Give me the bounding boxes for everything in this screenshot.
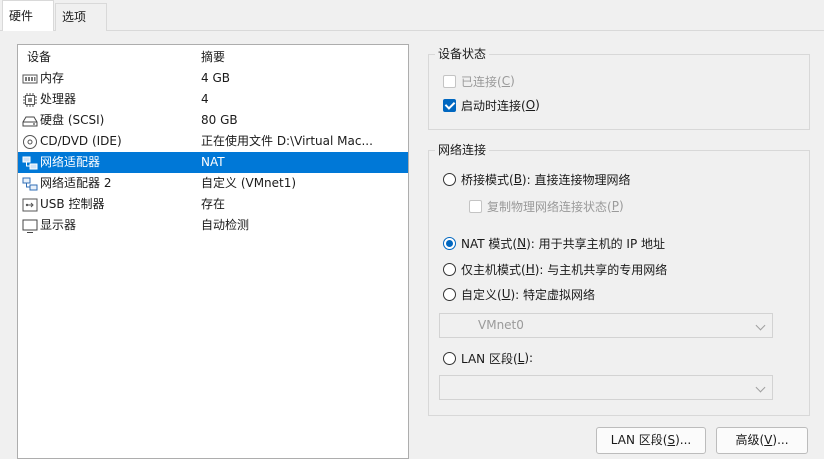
device-row-cd-dvd[interactable]: CD/DVD (IDE) 正在使用文件 D:\Virtual Mac... (18, 131, 408, 152)
radio-circle[interactable] (443, 287, 456, 301)
host-only-mode-radio[interactable]: 仅主机模式(H): 与主机共享的专用网络 (443, 259, 667, 279)
column-header-device[interactable]: 设备 (27, 47, 51, 68)
checkbox-box[interactable] (443, 74, 456, 88)
bridged-mode-radio[interactable]: 桥接模式(B): 直接连接物理网络 (443, 169, 630, 189)
device-name: 处理器 (40, 92, 77, 106)
device-list-header: 设备 摘要 (18, 47, 408, 68)
device-summary: 存在 (201, 197, 226, 211)
custom-network-dropdown[interactable]: VMnet0 (439, 313, 773, 338)
device-summary: NAT (201, 155, 225, 169)
device-row-memory[interactable]: 内存 4 GB (18, 68, 408, 89)
display-icon (22, 218, 38, 234)
device-row-harddisk[interactable]: 硬盘 (SCSI) 80 GB (18, 110, 408, 131)
chevron-down-icon (755, 382, 766, 393)
network-adapter-icon (22, 155, 38, 171)
device-summary: 4 GB (201, 71, 230, 85)
nat-mode-radio[interactable]: NAT 模式(N): 用于共享主机的 IP 地址 (443, 233, 665, 253)
device-row-processor[interactable]: 处理器 4 (18, 89, 408, 110)
radio-circle[interactable] (443, 262, 456, 276)
lan-segment-radio[interactable]: LAN 区段(L): (443, 348, 533, 368)
device-status-title: 设备状态 (435, 46, 490, 62)
device-name: 网络适配器 2 (40, 176, 112, 190)
device-summary: 4 (201, 92, 209, 106)
device-summary: 80 GB (201, 113, 238, 127)
connect-at-power-on-checkbox[interactable]: 启动时连接(O) (443, 95, 540, 115)
network-connection-title: 网络连接 (435, 142, 490, 158)
usb-icon (22, 197, 38, 213)
network-connection-group: 网络连接 桥接模式(B): 直接连接物理网络 复制物理网络连接状态(P) NAT… (428, 142, 810, 416)
device-summary: 自定义 (VMnet1) (201, 176, 297, 190)
device-summary: 正在使用文件 D:\Virtual Mac... (201, 134, 373, 148)
custom-network-radio[interactable]: 自定义(U): 特定虚拟网络 (443, 284, 595, 304)
device-row-usb-controller[interactable]: USB 控制器 存在 (18, 194, 408, 215)
tab-divider (0, 30, 824, 31)
device-name: 网络适配器 (40, 155, 101, 169)
checkbox-box[interactable] (443, 98, 456, 112)
radio-circle[interactable] (443, 351, 456, 365)
replicate-physical-state-checkbox[interactable]: 复制物理网络连接状态(P) (469, 196, 624, 216)
tab-bar: 硬件 选项 (0, 0, 824, 31)
device-status-group: 设备状态 已连接(C) 启动时连接(O) (428, 46, 810, 130)
lan-segment-dropdown[interactable] (439, 375, 773, 400)
device-summary: 自动检测 (201, 218, 250, 232)
device-row-network-adapter[interactable]: 网络适配器 NAT (18, 152, 408, 173)
device-name: 显示器 (40, 218, 77, 232)
column-header-summary[interactable]: 摘要 (201, 47, 225, 68)
tab-hardware[interactable]: 硬件 (2, 0, 54, 31)
device-list[interactable]: 设备 摘要 内存 4 GB 处理器 4 硬盘 (SCSI) 80 GB CD/D… (17, 44, 409, 459)
tab-options[interactable]: 选项 (55, 3, 107, 31)
device-name: 硬盘 (SCSI) (40, 113, 105, 127)
checkbox-box[interactable] (469, 199, 482, 213)
custom-network-value: VMnet0 (478, 318, 524, 332)
device-name: USB 控制器 (40, 197, 105, 211)
lan-segments-button[interactable]: LAN 区段(S)... (596, 427, 706, 454)
device-row-display[interactable]: 显示器 自动检测 (18, 215, 408, 236)
memory-icon (22, 71, 38, 87)
chevron-down-icon (755, 320, 766, 331)
processor-icon (22, 92, 38, 108)
network-adapter-icon (22, 176, 38, 192)
advanced-button[interactable]: 高级(V)... (716, 427, 808, 454)
radio-circle[interactable] (443, 172, 456, 186)
device-row-network-adapter-2[interactable]: 网络适配器 2 自定义 (VMnet1) (18, 173, 408, 194)
cd-dvd-icon (22, 134, 38, 150)
radio-circle[interactable] (443, 236, 456, 250)
device-name: 内存 (40, 71, 65, 85)
device-name: CD/DVD (IDE) (40, 134, 122, 148)
harddisk-icon (22, 113, 38, 129)
connected-checkbox[interactable]: 已连接(C) (443, 71, 515, 91)
